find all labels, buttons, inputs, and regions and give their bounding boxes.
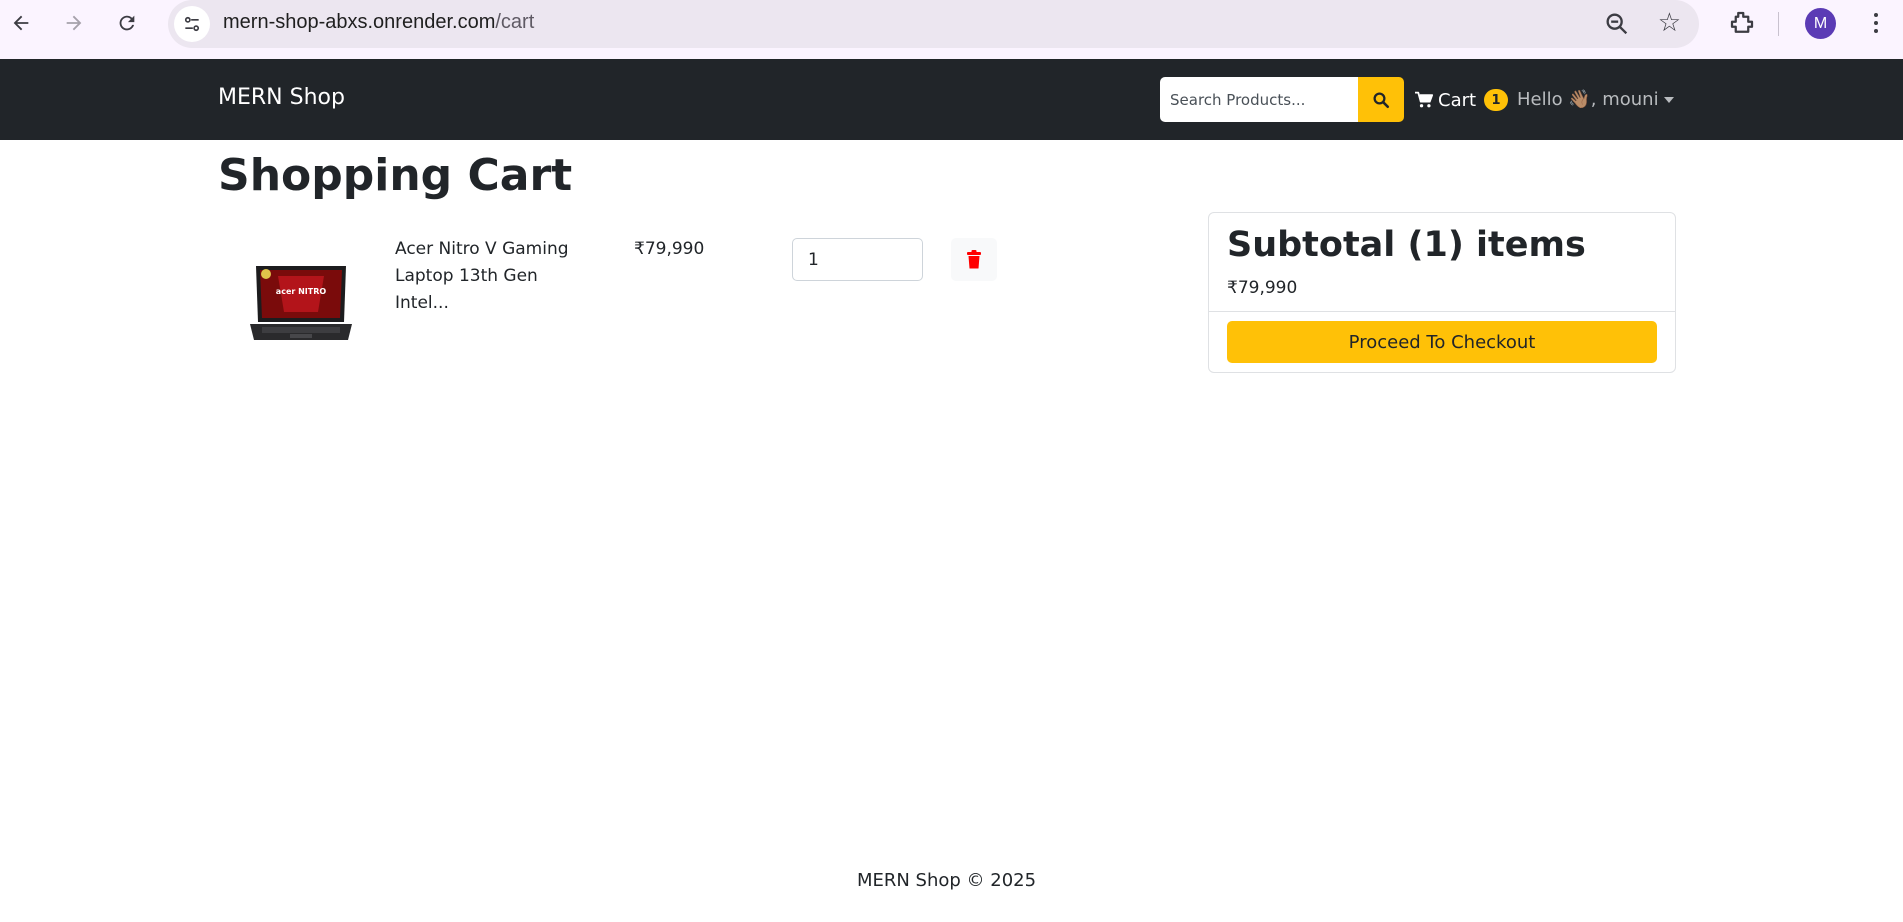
summary-divider <box>1209 311 1675 312</box>
user-dropdown[interactable]: Hello 👋🏽, mouni <box>1517 89 1674 110</box>
toolbar-divider <box>1778 12 1779 36</box>
address-bar[interactable]: mern-shop-abxs.onrender.com/cart ☆ <box>168 0 1699 48</box>
subtotal-heading: Subtotal (1) items <box>1227 225 1586 265</box>
trash-icon <box>967 250 981 269</box>
product-price: ₹79,990 <box>634 239 705 259</box>
url-path: /cart <box>495 11 535 33</box>
user-greeting: Hello 👋🏽, mouni <box>1517 89 1659 110</box>
cart-item-row: acer NITRO Acer Nitro V Gaming Laptop 13… <box>218 236 1008 356</box>
search-input[interactable] <box>1160 77 1358 122</box>
url-host: mern-shop-abxs.onrender.com <box>223 11 496 33</box>
footer-copyright: MERN Shop © 2025 <box>856 870 1037 891</box>
profile-avatar[interactable]: M <box>1805 8 1836 39</box>
brand-logo[interactable]: MERN Shop <box>218 85 345 110</box>
site-navbar: MERN Shop Cart 1 Hello 👋🏽, mouni <box>0 59 1903 140</box>
order-summary-card: Subtotal (1) items ₹79,990 Proceed To Ch… <box>1208 212 1676 373</box>
extensions-icon[interactable] <box>1727 8 1757 38</box>
quantity-value: 1 <box>808 249 819 270</box>
product-image[interactable]: acer NITRO <box>248 262 354 344</box>
remove-item-button[interactable] <box>951 238 997 281</box>
subtotal-amount: ₹79,990 <box>1227 278 1298 298</box>
product-name-link[interactable]: Acer Nitro V Gaming Laptop 13th Gen Inte… <box>395 236 595 317</box>
browser-menu-icon[interactable] <box>1866 6 1886 40</box>
zoom-icon[interactable] <box>1603 10 1631 38</box>
search-icon <box>1373 92 1390 108</box>
caret-down-icon <box>1663 96 1674 103</box>
proceed-to-checkout-button[interactable]: Proceed To Checkout <box>1227 321 1657 363</box>
url-text: mern-shop-abxs.onrender.com/cart <box>223 11 534 34</box>
search-button[interactable] <box>1358 77 1404 122</box>
shopping-cart-icon <box>1415 91 1434 108</box>
reload-icon[interactable] <box>110 6 144 40</box>
svg-text:acer NITRO: acer NITRO <box>276 287 327 296</box>
cart-link[interactable]: Cart 1 <box>1414 89 1509 111</box>
cart-label: Cart <box>1438 89 1477 111</box>
page-title: Shopping Cart <box>218 150 573 201</box>
bookmark-star-icon[interactable]: ☆ <box>1658 8 1681 38</box>
quantity-select[interactable]: 1 <box>792 238 923 281</box>
browser-toolbar: mern-shop-abxs.onrender.com/cart ☆ M <box>0 0 1903 59</box>
forward-arrow-icon[interactable] <box>57 6 91 40</box>
site-settings-icon[interactable] <box>174 6 210 42</box>
search-form <box>1160 77 1404 122</box>
cart-count-badge: 1 <box>1484 89 1509 111</box>
back-arrow-icon[interactable] <box>4 6 38 40</box>
